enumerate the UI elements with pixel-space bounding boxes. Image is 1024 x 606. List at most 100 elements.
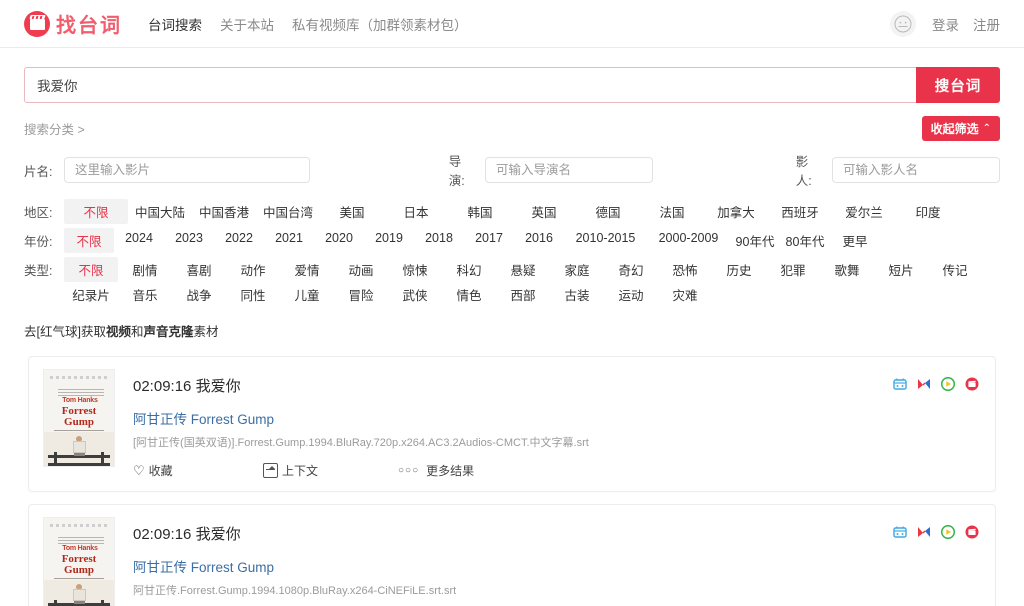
genre-tag[interactable]: 音乐: [118, 282, 172, 307]
region-tag[interactable]: 爱尔兰: [832, 199, 896, 224]
region-tag[interactable]: 中国台湾: [256, 199, 320, 224]
region-tag[interactable]: 西班牙: [768, 199, 832, 224]
actor-input[interactable]: [831, 157, 1000, 183]
year-tag[interactable]: 2021: [264, 228, 314, 253]
region-tag[interactable]: 不限: [64, 199, 128, 224]
genre-tag[interactable]: 短片: [874, 257, 928, 282]
page-root: 找台词 台词搜索 关于本站 私有视频库（加群领素材包） 登录 注册 我爱你 搜台…: [0, 0, 1024, 606]
region-tag[interactable]: 美国: [320, 199, 384, 224]
movie-title-link[interactable]: 阿甘正传 Forrest Gump: [133, 556, 981, 576]
region-tag[interactable]: 德国: [576, 199, 640, 224]
genre-tag[interactable]: 科幻: [442, 257, 496, 282]
search-input[interactable]: [24, 67, 916, 103]
filter-category-label: 搜索分类 >: [24, 122, 85, 137]
genre-tag[interactable]: 古装: [550, 282, 604, 307]
promo-suffix: 素材: [193, 325, 219, 339]
region-tag[interactable]: 英国: [512, 199, 576, 224]
promo-prefix[interactable]: 去[红气球]获取: [24, 325, 106, 339]
subtitle-line: 02:09:16 我爱你: [133, 523, 981, 544]
director-label: 导演:: [448, 155, 465, 188]
genre-tag[interactable]: 剧情: [118, 257, 172, 282]
genre-tag[interactable]: 儿童: [280, 282, 334, 307]
promo-bold-video: 视频: [105, 325, 131, 339]
favorite-button[interactable]: ♡ 收藏: [133, 462, 263, 479]
collapse-filters-label: 收起筛选: [930, 121, 979, 136]
genre-tag[interactable]: 情色: [442, 282, 496, 307]
region-tag[interactable]: 法国: [640, 199, 704, 224]
migu-video-icon[interactable]: [917, 377, 931, 391]
login-link[interactable]: 登录: [932, 14, 959, 34]
year-tag[interactable]: 2022: [214, 228, 264, 253]
genre-tag[interactable]: 爱情: [280, 257, 334, 282]
movie-title-link[interactable]: 阿甘正传 Forrest Gump: [133, 408, 981, 428]
genre-tag[interactable]: 恐怖: [658, 257, 712, 282]
genre-tag[interactable]: 纪录片: [64, 282, 118, 307]
year-tag[interactable]: 2016: [514, 228, 564, 253]
genre-tag[interactable]: 武侠: [388, 282, 442, 307]
region-tag[interactable]: 印度: [896, 199, 960, 224]
register-link[interactable]: 注册: [973, 14, 1000, 34]
genre-tag[interactable]: 战争: [172, 282, 226, 307]
nav-item-private-library[interactable]: 私有视频库（加群领素材包）: [292, 14, 468, 34]
year-tag[interactable]: 2000-2009: [647, 228, 730, 253]
play-button-icon[interactable]: [941, 377, 955, 391]
title-input[interactable]: [64, 157, 311, 183]
video-source-icon[interactable]: [965, 377, 979, 391]
year-tag[interactable]: 2020: [314, 228, 364, 253]
region-tag[interactable]: 日本: [384, 199, 448, 224]
genre-tag[interactable]: 不限: [64, 257, 118, 282]
filter-panel: 片名: 导演: 影人: 地区: 不限 中国大陆 中国香港 中国台湾 美国 日本 …: [24, 151, 1000, 307]
context-label: 上下文: [282, 464, 319, 478]
genre-tag[interactable]: 喜剧: [172, 257, 226, 282]
year-tag[interactable]: 2018: [414, 228, 464, 253]
year-tag[interactable]: 90年代: [730, 228, 780, 253]
result-card[interactable]: Tom Hanks Forrest Gump 02:09:16 我爱你 阿甘正传 …: [28, 356, 996, 492]
video-source-icon[interactable]: [965, 525, 979, 539]
year-tag[interactable]: 2010-2015: [564, 228, 647, 253]
genre-tag[interactable]: 运动: [604, 282, 658, 307]
collapse-filters-button[interactable]: 收起筛选 ⌃: [921, 115, 1000, 141]
search-button[interactable]: 搜台词: [916, 67, 1000, 103]
genre-tag[interactable]: 冒险: [334, 282, 388, 307]
context-icon: [263, 463, 278, 478]
more-results-button[interactable]: ○○○ 更多结果: [398, 462, 474, 479]
year-tag[interactable]: 更早: [830, 228, 880, 253]
clapperboard-icon[interactable]: [893, 525, 907, 539]
region-tag[interactable]: 加拿大: [704, 199, 768, 224]
card-icon-row: [893, 525, 979, 539]
result-card[interactable]: Tom Hanks Forrest Gump 02:09:16 我爱你 阿甘正传 …: [28, 504, 996, 606]
genre-tag[interactable]: 犯罪: [766, 257, 820, 282]
genre-tag[interactable]: 惊悚: [388, 257, 442, 282]
genre-tag[interactable]: 家庭: [550, 257, 604, 282]
nav-item-lines-search[interactable]: 台词搜索: [148, 14, 202, 34]
genre-tag[interactable]: 同性: [226, 282, 280, 307]
promo-line: 去[红气球]获取视频和声音克隆素材: [24, 321, 1000, 340]
context-button[interactable]: 上下文: [263, 462, 398, 479]
genre-tag[interactable]: 歌舞: [820, 257, 874, 282]
director-input[interactable]: [485, 157, 654, 183]
clapperboard-icon[interactable]: [893, 377, 907, 391]
genre-tag[interactable]: 奇幻: [604, 257, 658, 282]
migu-video-icon[interactable]: [917, 525, 931, 539]
year-tag[interactable]: 2017: [464, 228, 514, 253]
genre-tag[interactable]: 灾难: [658, 282, 712, 307]
year-tag[interactable]: 2024: [114, 228, 164, 253]
region-tag[interactable]: 韩国: [448, 199, 512, 224]
movie-poster: Tom Hanks Forrest Gump: [43, 369, 115, 467]
region-tag[interactable]: 中国大陆: [128, 199, 192, 224]
genre-tag[interactable]: 西部: [496, 282, 550, 307]
year-tag[interactable]: 80年代: [780, 228, 830, 253]
year-tag[interactable]: 不限: [64, 228, 114, 253]
nav-item-about[interactable]: 关于本站: [220, 14, 274, 34]
genre-tag[interactable]: 动作: [226, 257, 280, 282]
genre-tag[interactable]: 历史: [712, 257, 766, 282]
genre-tag[interactable]: 悬疑: [496, 257, 550, 282]
year-tag[interactable]: 2023: [164, 228, 214, 253]
site-logo[interactable]: 找台词: [24, 9, 122, 38]
play-button-icon[interactable]: [941, 525, 955, 539]
year-tag[interactable]: 2019: [364, 228, 414, 253]
genre-tag[interactable]: 动画: [334, 257, 388, 282]
region-tag[interactable]: 中国香港: [192, 199, 256, 224]
genre-tag[interactable]: 传记: [928, 257, 982, 282]
avatar[interactable]: [890, 10, 916, 37]
